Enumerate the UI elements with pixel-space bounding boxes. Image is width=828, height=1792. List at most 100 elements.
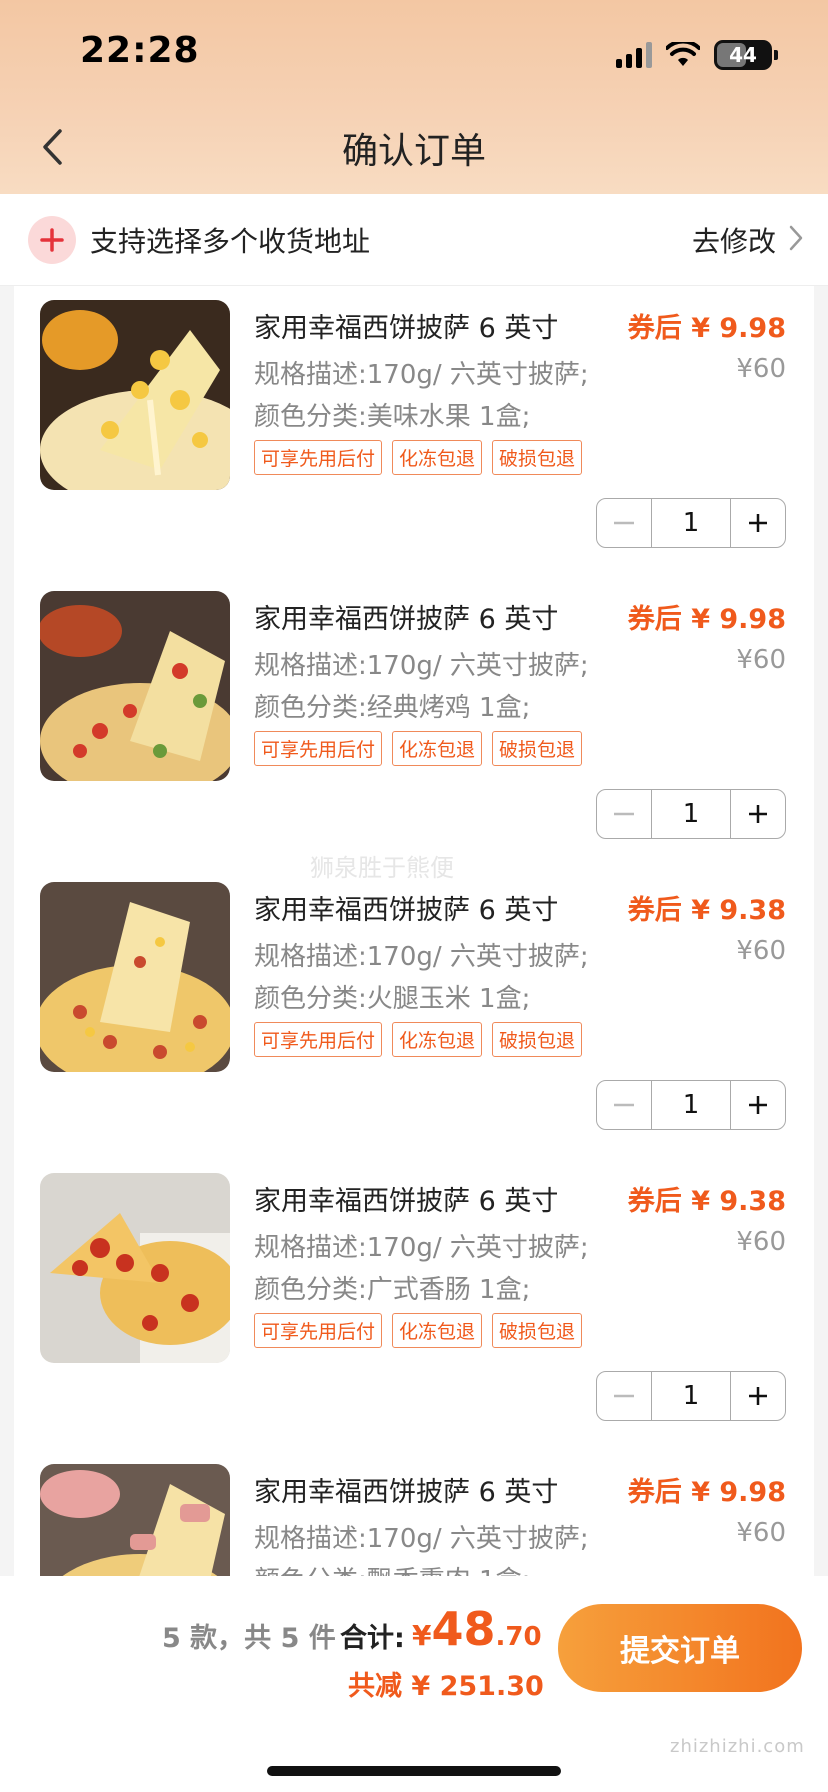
- original-price: ¥60: [736, 1518, 786, 1548]
- tag-pay-later: 可享先用后付: [254, 1313, 383, 1348]
- item-count-summary: 5 款，共 5 件: [162, 1623, 336, 1654]
- service-tags: 可享先用后付 化冻包退 破损包退: [254, 1313, 583, 1348]
- decrease-button[interactable]: [597, 1372, 651, 1420]
- watermark-text: 狮泉胜于熊便: [310, 854, 454, 882]
- order-item: 家用幸福西饼披萨 6 英寸 券后 ¥ 9.98 规格描述:170g/ 六英寸披萨…: [14, 286, 814, 577]
- coupon-price: 券后 ¥ 9.38: [627, 1186, 786, 1217]
- status-icons: 44: [616, 38, 778, 72]
- original-price: ¥60: [736, 645, 786, 675]
- product-spec: 规格描述:170g/ 六英寸披萨;: [254, 942, 589, 972]
- plus-icon: [749, 805, 767, 823]
- tag-pay-later: 可享先用后付: [254, 440, 383, 475]
- address-bar[interactable]: 支持选择多个收货地址 去修改: [0, 194, 828, 286]
- quantity-stepper: 1: [596, 498, 786, 548]
- header: 22:28 44 确认订单: [0, 0, 828, 194]
- discount-total: 共减 ¥ 251.30: [348, 1671, 544, 1702]
- plus-icon: [40, 228, 64, 252]
- original-price: ¥60: [736, 1227, 786, 1257]
- tag-damage-refund: 破损包退: [492, 1313, 583, 1348]
- plus-icon: [749, 1096, 767, 1114]
- product-title: 家用幸福西饼披萨 6 英寸: [254, 895, 559, 926]
- product-variant: 颜色分类:美味水果 1盒;: [254, 402, 531, 432]
- cellular-signal-icon: [616, 42, 652, 68]
- original-price: ¥60: [736, 354, 786, 384]
- product-spec: 规格描述:170g/ 六英寸披萨;: [254, 360, 589, 390]
- coupon-price: 券后 ¥ 9.38: [627, 895, 786, 926]
- product-title: 家用幸福西饼披萨 6 英寸: [254, 1186, 559, 1217]
- product-title: 家用幸福西饼披萨 6 英寸: [254, 604, 559, 635]
- tag-thaw-refund: 化冻包退: [392, 1313, 483, 1348]
- quantity-value[interactable]: 1: [651, 790, 731, 838]
- coupon-price: 券后 ¥ 9.98: [627, 313, 786, 344]
- order-item: 家用幸福西饼披萨 6 英寸 券后 ¥ 9.38 规格描述:170g/ 六英寸披萨…: [14, 868, 814, 1159]
- increase-button[interactable]: [731, 1081, 785, 1129]
- product-title: 家用幸福西饼披萨 6 英寸: [254, 313, 559, 344]
- decrease-button[interactable]: [597, 790, 651, 838]
- plus-icon: [749, 1387, 767, 1405]
- service-tags: 可享先用后付 化冻包退 破损包退: [254, 731, 583, 766]
- tag-thaw-refund: 化冻包退: [392, 731, 483, 766]
- product-image-bacon-pizza[interactable]: [40, 1464, 230, 1576]
- tag-thaw-refund: 化冻包退: [392, 440, 483, 475]
- product-variant: 颜色分类:火腿玉米 1盒;: [254, 984, 531, 1014]
- battery-icon: 44: [714, 40, 778, 70]
- wifi-icon: [666, 42, 700, 66]
- checkout-footer: 5 款，共 5 件 合计: ¥48.70 共减 ¥ 251.30 提交订单 zh…: [0, 1576, 828, 1792]
- quantity-value[interactable]: 1: [651, 1372, 731, 1420]
- product-variant: 颜色分类:飘香熏肉 1盒;: [254, 1560, 530, 1576]
- tag-damage-refund: 破损包退: [492, 440, 583, 475]
- product-spec: 规格描述:170g/ 六英寸披萨;: [254, 1233, 589, 1263]
- product-image-sausage-pizza[interactable]: [40, 1173, 230, 1363]
- minus-icon: [614, 1394, 634, 1398]
- quantity-value[interactable]: 1: [651, 1081, 731, 1129]
- quantity-stepper: 1: [596, 789, 786, 839]
- product-image-fruit-pizza[interactable]: [40, 300, 230, 490]
- tag-pay-later: 可享先用后付: [254, 731, 383, 766]
- chevron-right-icon[interactable]: [788, 224, 804, 252]
- status-bar: 22:28 44: [0, 0, 828, 100]
- increase-button[interactable]: [731, 499, 785, 547]
- increase-button[interactable]: [731, 790, 785, 838]
- home-indicator[interactable]: [267, 1766, 561, 1776]
- product-variant: 颜色分类:经典烤鸡 1盒;: [254, 693, 531, 723]
- total-decimal: .70: [495, 1622, 542, 1652]
- quantity-stepper: 1: [596, 1371, 786, 1421]
- service-tags: 可享先用后付 化冻包退 破损包退: [254, 1022, 583, 1057]
- decrease-button[interactable]: [597, 1081, 651, 1129]
- decrease-button[interactable]: [597, 499, 651, 547]
- product-spec: 规格描述:170g/ 六英寸披萨;: [254, 651, 589, 681]
- tag-pay-later: 可享先用后付: [254, 1022, 383, 1057]
- quantity-value[interactable]: 1: [651, 499, 731, 547]
- page-title: 确认订单: [341, 131, 486, 172]
- plus-icon: [749, 514, 767, 532]
- add-address-button[interactable]: [28, 216, 76, 264]
- edit-address-link[interactable]: 去修改: [692, 220, 776, 260]
- product-image-chicken-pizza[interactable]: [40, 591, 230, 781]
- total-integer: 48: [431, 1602, 496, 1656]
- quantity-stepper: 1: [596, 1080, 786, 1130]
- total-currency: ¥: [412, 1619, 432, 1652]
- tag-damage-refund: 破损包退: [492, 1022, 583, 1057]
- coupon-price: 券后 ¥ 9.98: [627, 1477, 786, 1508]
- product-variant: 颜色分类:广式香肠 1盒;: [254, 1275, 531, 1305]
- product-spec: 规格描述:170g/ 六英寸披萨;: [254, 1524, 589, 1554]
- nav-bar: 确认订单: [0, 100, 828, 194]
- coupon-price: 券后 ¥ 9.98: [627, 604, 786, 635]
- status-time: 22:28: [80, 30, 200, 71]
- tag-damage-refund: 破损包退: [492, 731, 583, 766]
- battery-level: 44: [729, 43, 757, 67]
- product-title: 家用幸福西饼披萨 6 英寸: [254, 1477, 559, 1508]
- minus-icon: [614, 812, 634, 816]
- total-amount: ¥48.70: [412, 1602, 542, 1656]
- product-image-ham-corn-pizza[interactable]: [40, 882, 230, 1072]
- submit-order-button[interactable]: 提交订单: [558, 1604, 802, 1692]
- order-item: 家用幸福西饼披萨 6 英寸 券后 ¥ 9.98 规格描述:170g/ 六英寸披萨…: [14, 577, 814, 868]
- minus-icon: [614, 521, 634, 525]
- original-price: ¥60: [736, 936, 786, 966]
- order-item-list[interactable]: 家用幸福西饼披萨 6 英寸 券后 ¥ 9.98 规格描述:170g/ 六英寸披萨…: [14, 286, 814, 1576]
- increase-button[interactable]: [731, 1372, 785, 1420]
- order-item: 家用幸福西饼披萨 6 英寸 券后 ¥ 9.98 规格描述:170g/ 六英寸披萨…: [14, 1450, 814, 1576]
- service-tags: 可享先用后付 化冻包退 破损包退: [254, 440, 583, 475]
- minus-icon: [614, 1103, 634, 1107]
- tag-thaw-refund: 化冻包退: [392, 1022, 483, 1057]
